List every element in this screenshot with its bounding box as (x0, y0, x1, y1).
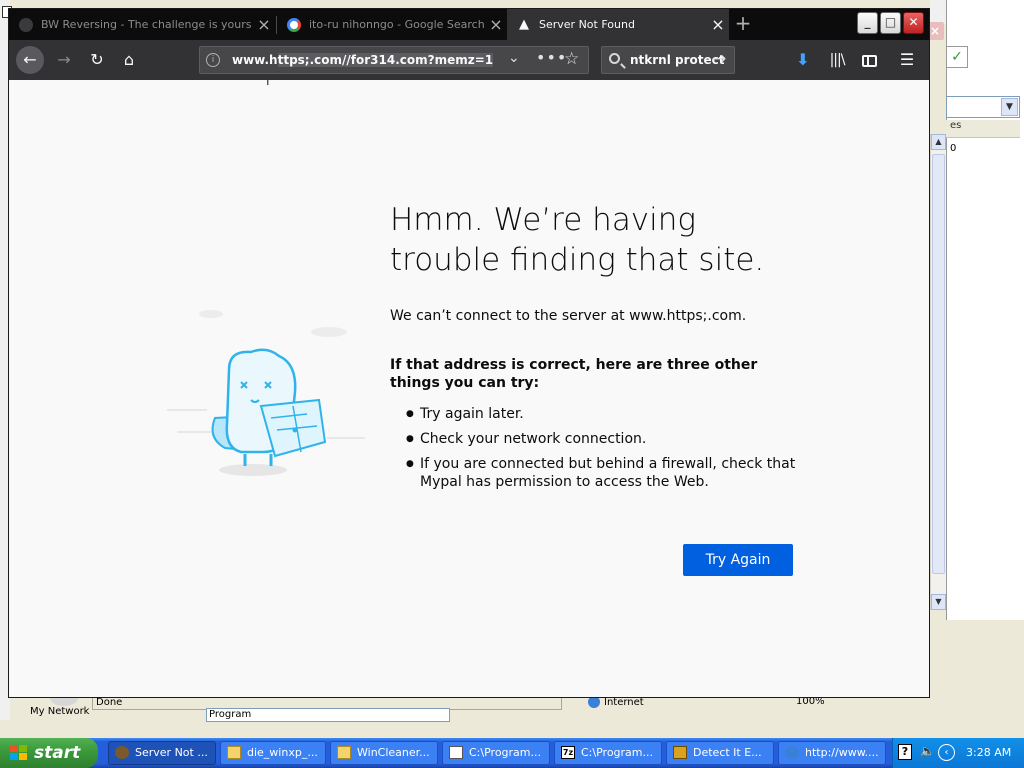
tab-title: Server Not Found (539, 18, 635, 31)
taskbar-item-label: WinCleaner... (357, 746, 430, 759)
url-selection: ttps;.com//for314.com?memz=1 (277, 53, 494, 67)
folder-icon (337, 746, 351, 759)
google-icon (287, 17, 301, 32)
tab-title: ito-ru nihonngo - Google Search (309, 18, 485, 31)
folder-icon (227, 746, 241, 759)
close-icon[interactable]: × (253, 15, 275, 34)
hamburger-menu-icon[interactable]: ☰ (893, 46, 921, 74)
background-window (946, 0, 1024, 620)
bookmark-star-icon[interactable]: ☆ (564, 49, 579, 69)
die-icon (673, 746, 687, 759)
back-arrow-icon[interactable]: ← (16, 46, 44, 74)
taskbar-item-label: Server Not ... (135, 746, 208, 759)
search-bar[interactable]: ntkrnl protect → (601, 46, 735, 74)
error-title: Hmm. We’re having trouble finding that s… (390, 202, 765, 278)
search-input[interactable]: ntkrnl protect (630, 53, 725, 67)
url-prefix: www.h (232, 53, 278, 67)
page-icon (19, 17, 33, 32)
scrollbar-thumb[interactable] (932, 154, 945, 574)
background-combo-box[interactable]: ▼ (946, 96, 1020, 118)
chevron-down-icon[interactable]: ⌄ (508, 50, 520, 66)
error-page: Hmm. We’re having trouble finding that s… (9, 80, 929, 697)
clock[interactable]: 3:28 AM (966, 746, 1011, 759)
text-cursor-icon: I (266, 74, 270, 88)
close-icon[interactable]: × (707, 15, 729, 34)
taskbar-item-label: http://www.... (805, 746, 879, 759)
help-icon[interactable]: ? (898, 744, 912, 760)
scroll-up-icon[interactable]: ▲ (931, 134, 946, 150)
search-go-arrow-icon[interactable]: → (712, 49, 726, 69)
tab-strip: BW Reversing - The challenge is yours × … (9, 9, 929, 40)
taskbar-item-label: C:\Program... (469, 746, 541, 759)
desktop-icon-label[interactable]: My Network (30, 706, 89, 717)
taskbar-item-internet-explorer[interactable]: http://www.... (778, 741, 886, 765)
windows-logo-icon (10, 745, 28, 761)
info-icon[interactable]: i (206, 53, 220, 67)
try-again-button[interactable]: Try Again (683, 544, 793, 576)
home-icon[interactable]: ⌂ (115, 46, 143, 74)
library-icon[interactable]: |||\ (823, 46, 851, 74)
go-arrow-icon[interactable]: ✓ (946, 46, 968, 68)
chevron-down-icon[interactable]: ▼ (1001, 98, 1018, 116)
suggestion-list: Try again later. Check your network conn… (406, 405, 816, 498)
error-illustration (167, 310, 365, 476)
search-icon (609, 53, 620, 64)
taskbar-item-server-not-found[interactable]: Server Not ... (108, 741, 216, 765)
speaker-icon[interactable]: 🔈 (920, 744, 935, 758)
tab-title: BW Reversing - The challenge is yours (41, 18, 252, 31)
tab-google-search[interactable]: ito-ru nihonngo - Google Search × (277, 9, 507, 40)
error-description: We can’t connect to the server at www.ht… (390, 308, 747, 324)
tab-bw-reversing[interactable]: BW Reversing - The challenge is yours × (9, 9, 275, 40)
list-item: Check your network connection. (406, 430, 816, 448)
download-icon[interactable]: ⬇ (789, 46, 817, 74)
browser-icon (115, 746, 129, 759)
close-icon[interactable]: × (485, 15, 507, 34)
close-window-icon[interactable]: ✕ (903, 12, 924, 34)
scrollbar[interactable]: ▲ ▼ (930, 134, 946, 610)
column-header[interactable]: es (946, 120, 1020, 138)
new-tab-icon[interactable]: + (731, 11, 755, 37)
tab-server-not-found[interactable]: ▲ Server Not Found × (507, 9, 729, 40)
browser-window: BW Reversing - The challenge is yours × … (8, 8, 930, 698)
minimize-icon[interactable]: _ (857, 12, 878, 34)
maximize-icon[interactable]: □ (880, 12, 901, 34)
taskbar-item-folder[interactable]: die_winxp_... (220, 741, 326, 765)
ie-icon (785, 746, 799, 759)
url-text[interactable]: www.https;.com//for314.com?memz=1 (232, 53, 494, 67)
tray-expand-icon[interactable]: ‹ (938, 744, 955, 761)
taskbar-item-label: C:\Program... (581, 746, 653, 759)
7zip-icon: 7z (561, 746, 575, 759)
status-zone-label: Internet (604, 696, 644, 708)
forward-arrow-icon[interactable]: → (50, 46, 78, 74)
taskbar-item-folder[interactable]: WinCleaner... (330, 741, 438, 765)
taskbar-item-label: Detect It E... (693, 746, 762, 759)
notepad-icon (449, 746, 463, 759)
list-item: If you are connected but behind a firewa… (406, 455, 816, 491)
more-icon[interactable]: ••• (536, 48, 567, 67)
taskbar-item-label: die_winxp_... (247, 746, 318, 759)
list-item: Try again later. (406, 405, 816, 423)
reload-icon[interactable]: ↻ (83, 46, 111, 74)
scroll-down-icon[interactable]: ▼ (931, 594, 946, 610)
error-subtitle: If that address is correct, here are thr… (390, 357, 758, 391)
taskbar-item-detect-it-easy[interactable]: Detect It E... (666, 741, 774, 765)
taskbar-item-7zip[interactable]: 7z C:\Program... (554, 741, 662, 765)
url-bar[interactable]: i www.https;.com//for314.com?memz=1 ⌄ ••… (199, 46, 589, 74)
sidebar-icon[interactable] (855, 46, 883, 74)
program-field[interactable]: Program (206, 708, 450, 722)
list-cell: 0 (950, 143, 957, 154)
taskbar-item-notepad[interactable]: C:\Program... (442, 741, 550, 765)
warning-icon: ▲ (519, 16, 529, 32)
navigation-toolbar: ← → ↻ ⌂ i www.https;.com//for314.com?mem… (9, 40, 929, 80)
